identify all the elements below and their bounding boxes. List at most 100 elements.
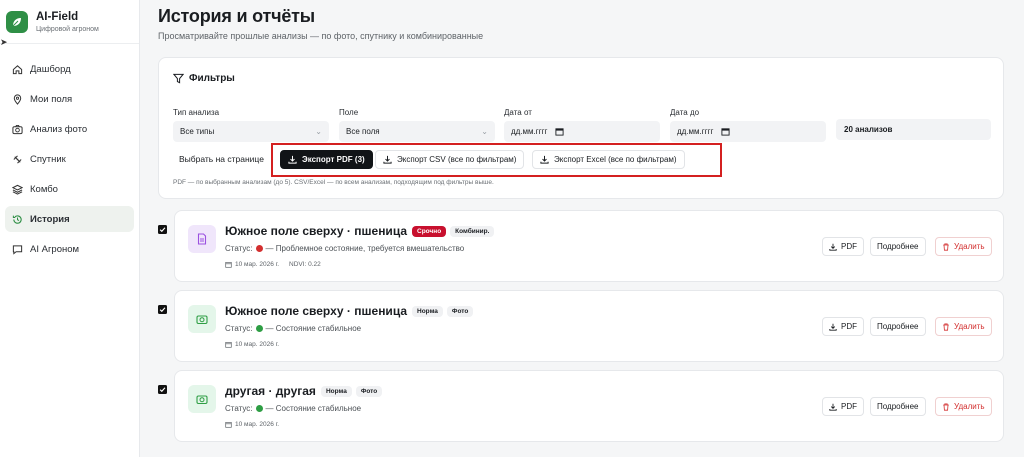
pdf-button[interactable]: PDF [822,397,864,416]
status-green-dot-icon [255,405,263,412]
map-pin-icon [11,93,23,105]
layers-icon [11,183,23,195]
analysis-type-select[interactable]: Все типы ⌄ [173,121,329,142]
card-ndvi: NDVI: 0.22 [289,261,321,268]
sidebar-item-label: Анализ фото [30,123,88,135]
delete-button[interactable]: Удалить [935,317,992,336]
chevron-down-icon: ⌄ [315,127,322,136]
select-on-page-button[interactable]: Выбрать на странице [179,154,264,164]
analysis-card[interactable]: Южное поле сверху · пшеница Срочно Комби… [174,210,1004,282]
date-from-label: Дата от [504,108,532,117]
date-from-input[interactable]: дд.мм.гггг [504,121,660,142]
filter-icon [173,73,184,84]
card-status: Статус: — Проблемное состояние, требуетс… [225,244,464,253]
sidebar-item-dashboard[interactable]: Дашборд [5,56,134,82]
home-icon [11,63,23,75]
sidebar-item-satellite[interactable]: Спутник [5,146,134,172]
calendar-icon [721,127,731,136]
sidebar-item-photo-analysis[interactable]: Анализ фото [5,116,134,142]
sidebar-item-my-fields[interactable]: Мои поля [5,86,134,112]
status-text: — Состояние стабильное [265,404,362,413]
details-button[interactable]: Подробнее [870,317,926,336]
card-title-row: Южное поле сверху · пшеница Срочно Комби… [225,224,498,238]
filters-heading-label: Фильтры [189,73,235,84]
date-to-label: Дата до [670,108,700,117]
delete-label: Удалить [954,322,985,331]
chevron-down-icon: ⌄ [481,127,488,136]
leaf-logo-icon [6,10,28,33]
sidebar-item-combo[interactable]: Комбо [5,176,134,202]
calendar-icon [225,261,232,268]
camera-icon [11,123,23,135]
row-checkbox[interactable] [158,385,167,394]
calendar-icon [225,341,232,348]
field-select[interactable]: Все поля ⌄ [339,121,495,142]
pdf-label: PDF [841,322,857,331]
filter-date-from-group: Дата от дд.мм.гггг [504,108,660,142]
mouse-cursor-icon: ➤ [0,37,8,47]
highlight-box [271,143,722,177]
type-badge: Комбинир. [450,225,495,237]
date-to-placeholder: дд.мм.гггг [677,127,714,136]
delete-label: Удалить [954,242,985,251]
delete-label: Удалить [954,402,985,411]
card-title: другая · другая [225,384,316,398]
filter-type-label: Тип анализа [173,108,220,117]
analysis-card[interactable]: Южное поле сверху · пшеница Норма Фото С… [174,290,1004,362]
card-title-row: Южное поле сверху · пшеница Норма Фото [225,304,477,318]
pdf-button[interactable]: PDF [822,317,864,336]
row-checkbox[interactable] [158,225,167,234]
card-status: Статус: — Состояние стабильное [225,324,361,333]
delete-button[interactable]: Удалить [935,397,992,416]
pdf-label: PDF [841,402,857,411]
brand-name: AI-Field [36,10,79,23]
calendar-icon [555,127,565,136]
pdf-button[interactable]: PDF [822,237,864,256]
filter-type-group: Тип анализа Все типы ⌄ [173,108,329,142]
field-value: Все поля [346,127,380,136]
status-prefix: Статус: [225,244,253,253]
date-to-input[interactable]: дд.мм.гггг [670,121,826,142]
page-subtitle: Просматривайте прошлые анализы — по фото… [158,31,484,41]
analysis-type-value: Все типы [180,127,215,136]
status-prefix: Статус: [225,404,253,413]
card-meta: 10 мар. 2026 г. NDVI: 0.22 [225,261,321,268]
trash-icon [942,323,950,331]
satellite-icon [11,153,23,165]
sidebar-item-history[interactable]: История [5,206,134,232]
status-text: — Состояние стабильное [265,324,362,333]
camera-icon [188,305,216,333]
trash-icon [942,403,950,411]
type-badge: Фото [446,305,474,317]
card-title: Южное поле сверху · пшеница [225,304,408,318]
analysis-card[interactable]: другая · другая Норма Фото Статус: — Сос… [174,370,1004,442]
sidebar-item-label: Мои поля [30,93,73,105]
details-button[interactable]: Подробнее [870,237,926,256]
filter-field-group: Поле Все поля ⌄ [339,108,495,142]
card-title: Южное поле сверху · пшеница [225,224,408,238]
status-badge: Норма [320,385,352,397]
history-icon [11,213,23,225]
sidebar-item-ai-agronomist[interactable]: AI Агроном [5,236,134,262]
export-note: PDF — по выбранным анализам (до 5). CSV/… [173,179,494,186]
filters-heading: Фильтры [173,73,235,84]
row-checkbox[interactable] [158,305,167,314]
chat-icon [11,243,23,255]
filter-field-label: Поле [339,108,359,117]
card-meta: 10 мар. 2026 г. [225,421,279,428]
status-text: — Проблемное состояние, требуется вмешат… [265,244,465,253]
sidebar-item-label: AI Агроном [30,243,80,255]
status-green-dot-icon [255,325,263,332]
document-icon [188,225,216,253]
download-icon [829,403,837,411]
page-title: История и отчёты [158,6,315,26]
card-meta: 10 мар. 2026 г. [225,341,279,348]
details-button[interactable]: Подробнее [870,397,926,416]
delete-button[interactable]: Удалить [935,237,992,256]
status-badge: Норма [412,305,443,317]
brand[interactable]: AI-Field Цифровой агроном [0,0,139,44]
sidebar-nav: Дашборд Мои поля Анализ фото Спутник Ком… [0,56,139,262]
card-date: 10 мар. 2026 г. [235,421,279,428]
pdf-label: PDF [841,242,857,251]
card-date: 10 мар. 2026 г. [235,261,279,268]
